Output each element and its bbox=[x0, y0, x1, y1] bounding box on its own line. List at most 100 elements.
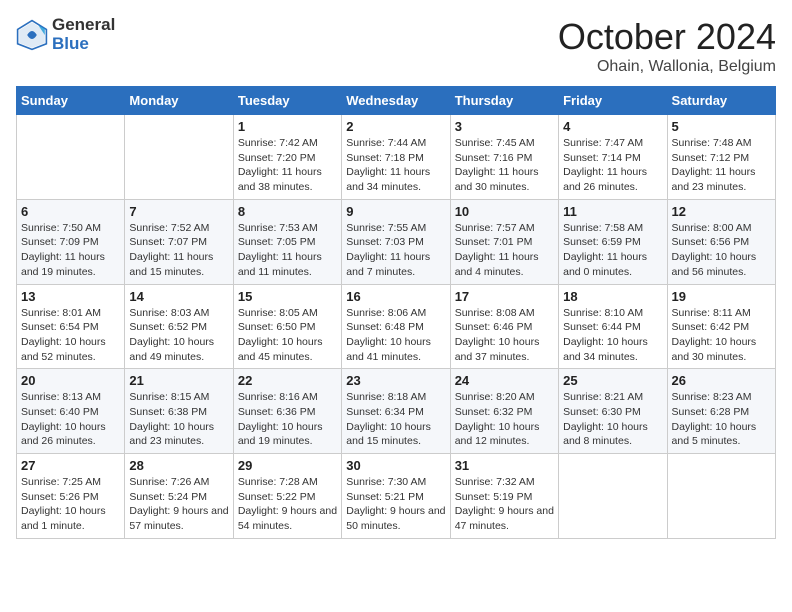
calendar-cell: 2 Sunrise: 7:44 AMSunset: 7:18 PMDayligh… bbox=[342, 115, 450, 200]
day-info: Sunrise: 8:03 AMSunset: 6:52 PMDaylight:… bbox=[129, 306, 228, 365]
day-number: 17 bbox=[455, 289, 554, 304]
weekday-header-sunday: Sunday bbox=[17, 87, 125, 115]
day-number: 9 bbox=[346, 204, 445, 219]
calendar-cell: 22 Sunrise: 8:16 AMSunset: 6:36 PMDaylig… bbox=[233, 369, 341, 454]
day-info: Sunrise: 8:06 AMSunset: 6:48 PMDaylight:… bbox=[346, 306, 445, 365]
calendar-cell: 16 Sunrise: 8:06 AMSunset: 6:48 PMDaylig… bbox=[342, 284, 450, 369]
day-info: Sunrise: 7:28 AMSunset: 5:22 PMDaylight:… bbox=[238, 475, 337, 534]
calendar-cell: 8 Sunrise: 7:53 AMSunset: 7:05 PMDayligh… bbox=[233, 199, 341, 284]
calendar-cell bbox=[667, 454, 775, 539]
day-info: Sunrise: 8:21 AMSunset: 6:30 PMDaylight:… bbox=[563, 390, 662, 449]
day-number: 12 bbox=[672, 204, 771, 219]
calendar-header-row: SundayMondayTuesdayWednesdayThursdayFrid… bbox=[17, 87, 776, 115]
weekday-header-friday: Friday bbox=[559, 87, 667, 115]
day-info: Sunrise: 7:48 AMSunset: 7:12 PMDaylight:… bbox=[672, 136, 771, 195]
day-number: 25 bbox=[563, 373, 662, 388]
day-number: 18 bbox=[563, 289, 662, 304]
day-number: 22 bbox=[238, 373, 337, 388]
calendar-cell: 14 Sunrise: 8:03 AMSunset: 6:52 PMDaylig… bbox=[125, 284, 233, 369]
page-header: General Blue October 2024 Ohain, Walloni… bbox=[16, 16, 776, 76]
day-info: Sunrise: 8:16 AMSunset: 6:36 PMDaylight:… bbox=[238, 390, 337, 449]
day-number: 26 bbox=[672, 373, 771, 388]
calendar-week-2: 6 Sunrise: 7:50 AMSunset: 7:09 PMDayligh… bbox=[17, 199, 776, 284]
calendar-cell: 25 Sunrise: 8:21 AMSunset: 6:30 PMDaylig… bbox=[559, 369, 667, 454]
day-number: 4 bbox=[563, 119, 662, 134]
day-number: 1 bbox=[238, 119, 337, 134]
weekday-header-wednesday: Wednesday bbox=[342, 87, 450, 115]
logo-text-blue: Blue bbox=[52, 35, 115, 54]
calendar-cell: 1 Sunrise: 7:42 AMSunset: 7:20 PMDayligh… bbox=[233, 115, 341, 200]
day-info: Sunrise: 8:15 AMSunset: 6:38 PMDaylight:… bbox=[129, 390, 228, 449]
day-info: Sunrise: 8:10 AMSunset: 6:44 PMDaylight:… bbox=[563, 306, 662, 365]
title-block: October 2024 Ohain, Wallonia, Belgium bbox=[558, 16, 776, 76]
day-info: Sunrise: 8:00 AMSunset: 6:56 PMDaylight:… bbox=[672, 221, 771, 280]
calendar-cell bbox=[125, 115, 233, 200]
day-number: 16 bbox=[346, 289, 445, 304]
calendar-cell: 15 Sunrise: 8:05 AMSunset: 6:50 PMDaylig… bbox=[233, 284, 341, 369]
calendar-cell: 17 Sunrise: 8:08 AMSunset: 6:46 PMDaylig… bbox=[450, 284, 558, 369]
month-title: October 2024 bbox=[558, 16, 776, 58]
day-info: Sunrise: 7:47 AMSunset: 7:14 PMDaylight:… bbox=[563, 136, 662, 195]
day-info: Sunrise: 7:53 AMSunset: 7:05 PMDaylight:… bbox=[238, 221, 337, 280]
day-info: Sunrise: 7:44 AMSunset: 7:18 PMDaylight:… bbox=[346, 136, 445, 195]
logo: General Blue bbox=[16, 16, 115, 53]
calendar-cell: 19 Sunrise: 8:11 AMSunset: 6:42 PMDaylig… bbox=[667, 284, 775, 369]
day-number: 7 bbox=[129, 204, 228, 219]
calendar-cell: 29 Sunrise: 7:28 AMSunset: 5:22 PMDaylig… bbox=[233, 454, 341, 539]
logo-text-general: General bbox=[52, 16, 115, 35]
day-number: 8 bbox=[238, 204, 337, 219]
day-number: 10 bbox=[455, 204, 554, 219]
calendar-week-4: 20 Sunrise: 8:13 AMSunset: 6:40 PMDaylig… bbox=[17, 369, 776, 454]
day-info: Sunrise: 7:58 AMSunset: 6:59 PMDaylight:… bbox=[563, 221, 662, 280]
calendar-cell: 12 Sunrise: 8:00 AMSunset: 6:56 PMDaylig… bbox=[667, 199, 775, 284]
calendar-week-5: 27 Sunrise: 7:25 AMSunset: 5:26 PMDaylig… bbox=[17, 454, 776, 539]
calendar-week-3: 13 Sunrise: 8:01 AMSunset: 6:54 PMDaylig… bbox=[17, 284, 776, 369]
day-info: Sunrise: 7:57 AMSunset: 7:01 PMDaylight:… bbox=[455, 221, 554, 280]
day-number: 2 bbox=[346, 119, 445, 134]
day-number: 30 bbox=[346, 458, 445, 473]
day-number: 21 bbox=[129, 373, 228, 388]
calendar-cell bbox=[559, 454, 667, 539]
day-info: Sunrise: 7:52 AMSunset: 7:07 PMDaylight:… bbox=[129, 221, 228, 280]
weekday-header-monday: Monday bbox=[125, 87, 233, 115]
day-number: 6 bbox=[21, 204, 120, 219]
weekday-header-thursday: Thursday bbox=[450, 87, 558, 115]
day-number: 31 bbox=[455, 458, 554, 473]
calendar-cell: 3 Sunrise: 7:45 AMSunset: 7:16 PMDayligh… bbox=[450, 115, 558, 200]
calendar-cell: 6 Sunrise: 7:50 AMSunset: 7:09 PMDayligh… bbox=[17, 199, 125, 284]
day-info: Sunrise: 8:23 AMSunset: 6:28 PMDaylight:… bbox=[672, 390, 771, 449]
calendar-cell: 21 Sunrise: 8:15 AMSunset: 6:38 PMDaylig… bbox=[125, 369, 233, 454]
calendar-week-1: 1 Sunrise: 7:42 AMSunset: 7:20 PMDayligh… bbox=[17, 115, 776, 200]
day-info: Sunrise: 8:18 AMSunset: 6:34 PMDaylight:… bbox=[346, 390, 445, 449]
day-number: 15 bbox=[238, 289, 337, 304]
location-title: Ohain, Wallonia, Belgium bbox=[558, 58, 776, 76]
calendar-cell: 30 Sunrise: 7:30 AMSunset: 5:21 PMDaylig… bbox=[342, 454, 450, 539]
calendar-cell: 5 Sunrise: 7:48 AMSunset: 7:12 PMDayligh… bbox=[667, 115, 775, 200]
day-number: 14 bbox=[129, 289, 228, 304]
calendar-cell: 7 Sunrise: 7:52 AMSunset: 7:07 PMDayligh… bbox=[125, 199, 233, 284]
day-number: 23 bbox=[346, 373, 445, 388]
weekday-header-saturday: Saturday bbox=[667, 87, 775, 115]
day-info: Sunrise: 8:13 AMSunset: 6:40 PMDaylight:… bbox=[21, 390, 120, 449]
day-info: Sunrise: 7:32 AMSunset: 5:19 PMDaylight:… bbox=[455, 475, 554, 534]
day-info: Sunrise: 8:11 AMSunset: 6:42 PMDaylight:… bbox=[672, 306, 771, 365]
calendar-cell: 31 Sunrise: 7:32 AMSunset: 5:19 PMDaylig… bbox=[450, 454, 558, 539]
day-info: Sunrise: 8:20 AMSunset: 6:32 PMDaylight:… bbox=[455, 390, 554, 449]
calendar-cell bbox=[17, 115, 125, 200]
day-number: 19 bbox=[672, 289, 771, 304]
day-number: 3 bbox=[455, 119, 554, 134]
day-number: 27 bbox=[21, 458, 120, 473]
calendar-cell: 11 Sunrise: 7:58 AMSunset: 6:59 PMDaylig… bbox=[559, 199, 667, 284]
day-info: Sunrise: 7:42 AMSunset: 7:20 PMDaylight:… bbox=[238, 136, 337, 195]
logo-icon bbox=[16, 19, 48, 51]
calendar-cell: 27 Sunrise: 7:25 AMSunset: 5:26 PMDaylig… bbox=[17, 454, 125, 539]
day-info: Sunrise: 7:45 AMSunset: 7:16 PMDaylight:… bbox=[455, 136, 554, 195]
day-info: Sunrise: 7:25 AMSunset: 5:26 PMDaylight:… bbox=[21, 475, 120, 534]
day-info: Sunrise: 8:05 AMSunset: 6:50 PMDaylight:… bbox=[238, 306, 337, 365]
day-info: Sunrise: 7:50 AMSunset: 7:09 PMDaylight:… bbox=[21, 221, 120, 280]
day-info: Sunrise: 7:26 AMSunset: 5:24 PMDaylight:… bbox=[129, 475, 228, 534]
calendar-cell: 18 Sunrise: 8:10 AMSunset: 6:44 PMDaylig… bbox=[559, 284, 667, 369]
day-number: 28 bbox=[129, 458, 228, 473]
day-number: 29 bbox=[238, 458, 337, 473]
day-number: 5 bbox=[672, 119, 771, 134]
